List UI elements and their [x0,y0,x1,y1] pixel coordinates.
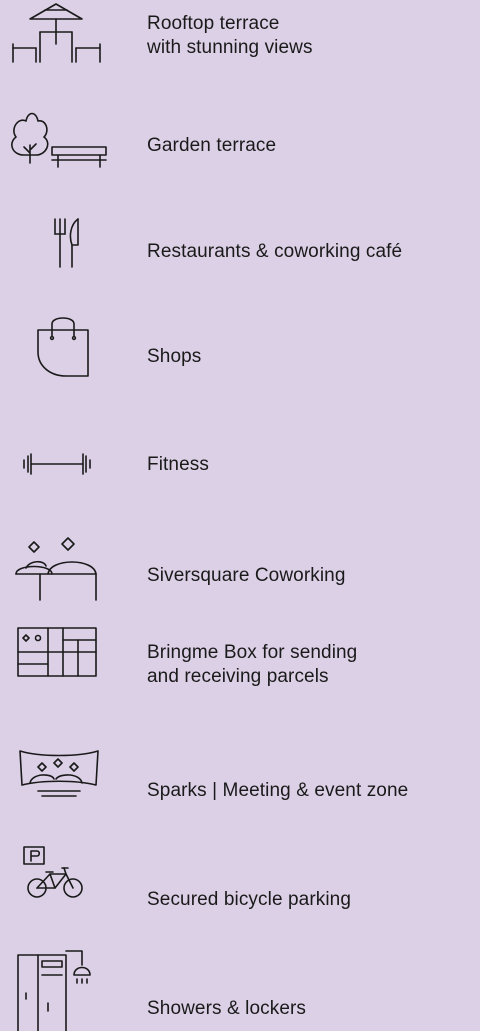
amenity-label: Siversquare Coworking [147,564,346,588]
amenity-bringme-box: Bringme Box for sending and receiving pa… [0,618,480,718]
amenity-label-line: Showers & lockers [147,998,307,1019]
amenity-showers-lockers: Showers & lockers [0,931,480,1031]
amenity-rooftop-terrace: Rooftop terrace with stunning views [0,0,480,100]
amenity-label-line: Siversquare Coworking [147,565,346,586]
rooftop-terrace-icon [0,0,120,100]
dumbbell-icon [0,418,120,518]
amenity-coworking: Siversquare Coworking [0,530,480,630]
amenity-label: Secured bicycle parking [147,888,351,912]
amenity-label: Showers & lockers [147,997,306,1021]
amenity-shops: Shops [0,314,480,414]
amenity-label-line: Sparks | Meeting & event zone [147,780,409,801]
showers-lockers-icon [0,931,120,1031]
amenity-label: Fitness [147,453,209,477]
coworking-people-icon [0,530,120,630]
amenity-restaurants: Restaurants & coworking café [0,207,480,307]
amenity-fitness: Fitness [0,418,480,518]
amenity-meeting-zone: Sparks | Meeting & event zone [0,739,480,839]
fork-knife-icon [0,207,120,307]
amenity-label-line: Secured bicycle parking [147,889,352,910]
parcel-lockers-icon [0,618,120,718]
amenity-label-line: Restaurants & coworking café [147,241,403,262]
amenity-label-line: Rooftop terrace [147,13,280,34]
amenity-label: Bringme Box for sending and receiving pa… [147,641,357,689]
amenity-label-line: with stunning views [147,37,313,58]
shopping-bag-icon [0,314,120,414]
amenity-label-line: Fitness [147,454,209,475]
amenities-list: Rooftop terrace with stunning views Gard… [0,0,480,1031]
amenity-label: Sparks | Meeting & event zone [147,779,408,803]
amenity-label: Garden terrace [147,134,276,158]
amenity-label-line: and receiving parcels [147,666,329,687]
garden-terrace-icon [0,95,120,195]
amenity-label-line: Shops [147,346,202,367]
amenity-label: Rooftop terrace with stunning views [147,12,313,60]
amenity-label: Restaurants & coworking café [147,240,402,264]
meeting-screen-icon [0,739,120,839]
amenity-label-line: Garden terrace [147,135,277,156]
amenity-label-line: Bringme Box for sending [147,642,358,663]
amenity-label: Shops [147,345,201,369]
amenity-garden-terrace: Garden terrace [0,95,480,195]
